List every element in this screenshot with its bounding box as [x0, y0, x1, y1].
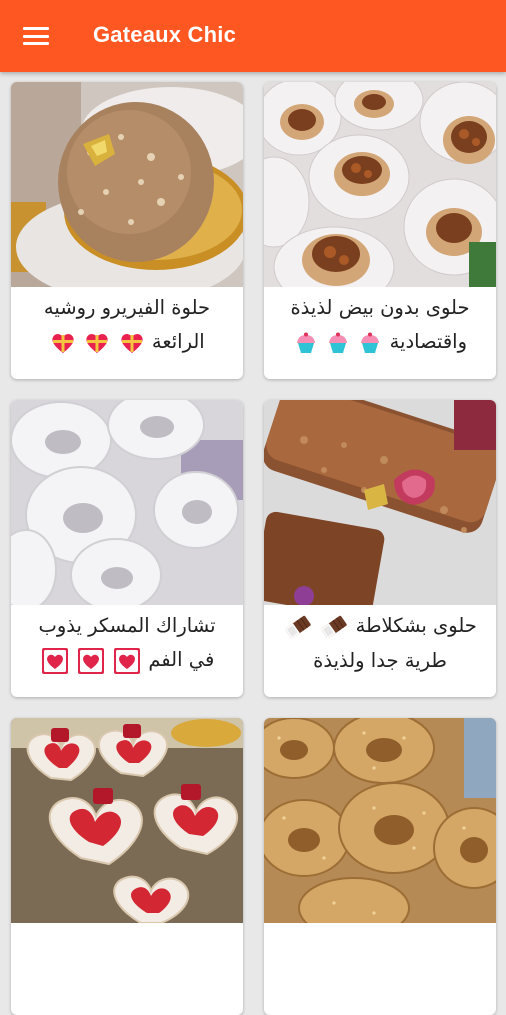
gift-heart-icon [86, 334, 109, 353]
menu-button[interactable] [14, 16, 58, 56]
recipe-image [264, 718, 496, 923]
recipe-title: حلوة الفيريرو روشيه الرائعة [43, 296, 211, 353]
heart-suit-icon [41, 648, 68, 674]
cupcake-icon [329, 332, 348, 353]
recipe-image [264, 82, 496, 287]
recipe-image [11, 400, 243, 605]
chocolate-bar-icon [321, 615, 348, 639]
app-bar: Gateaux Chic [0, 0, 506, 72]
recipe-title: حلوى بشكلاطة طرية جدا ولذيذة [272, 609, 488, 678]
recipe-title: حلوى بدون بيض لذيذة واقتصادية [290, 296, 470, 353]
recipe-image [264, 400, 496, 605]
recipe-title: تشاراك المسكر يذوب في الفم [19, 609, 235, 678]
recipe-card[interactable] [264, 718, 496, 1015]
recipe-image [11, 718, 243, 923]
chocolate-bar-icon [284, 615, 311, 639]
recipe-card[interactable]: حلوى بشكلاطة طرية جدا ولذيذة [264, 400, 496, 697]
gift-heart-icon [121, 334, 143, 353]
app-title: Gateaux Chic [93, 22, 237, 47]
cupcake-icon [361, 332, 380, 353]
recipe-card[interactable]: حلوى بدون بيض لذيذة واقتصادية [264, 82, 496, 379]
recipe-image [11, 82, 243, 287]
recipe-card[interactable]: حلوة الفيريرو روشيه الرائعة [11, 82, 243, 379]
gift-heart-icon [52, 334, 74, 353]
recipe-card[interactable] [11, 718, 243, 1015]
hamburger-menu-icon [23, 26, 49, 46]
cupcake-icon [296, 332, 315, 353]
heart-suit-icon [77, 648, 104, 674]
heart-suit-icon [114, 648, 141, 674]
recipe-grid: حلوى بدون بيض لذيذة واقتصادية حلوة الفير… [0, 72, 506, 1015]
recipe-card[interactable]: تشاراك المسكر يذوب في الفم [11, 400, 243, 697]
